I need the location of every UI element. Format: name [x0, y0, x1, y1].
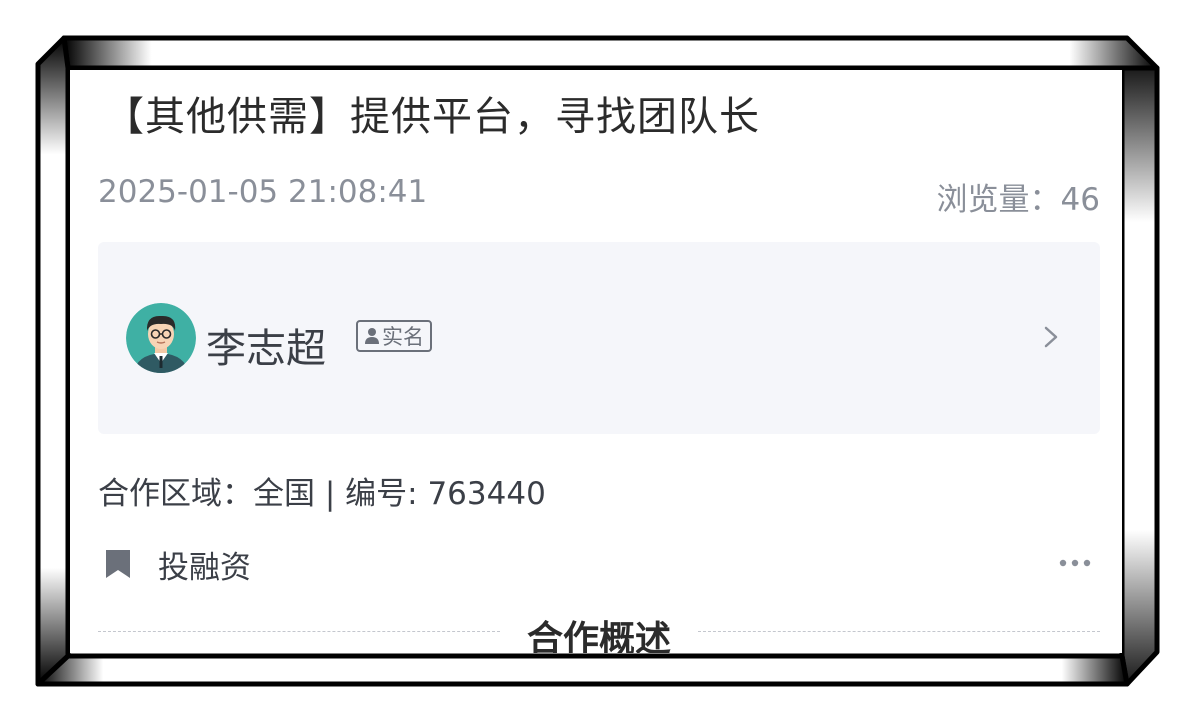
- person-icon: [365, 328, 379, 344]
- post-date: 2025-01-05 21:08:41: [98, 174, 428, 210]
- avatar[interactable]: [126, 303, 196, 373]
- cooperation-info: 合作区域：全国 | 编号: 763440: [98, 476, 546, 512]
- post-detail-panel: 【其他供需】提供平台，寻找团队长 2025-01-05 21:08:41 浏览量…: [70, 70, 1122, 653]
- author-card[interactable]: 李志超 实名: [98, 242, 1100, 434]
- section-title: 合作概述: [526, 619, 671, 653]
- more-dots-icon[interactable]: [1058, 558, 1092, 568]
- avatar-cartoon-icon: [126, 303, 196, 373]
- category-tag: 投融资: [104, 542, 251, 586]
- bookmark-icon: [106, 550, 130, 578]
- screenshot-stage: 【其他供需】提供平台，寻找团队长 2025-01-05 21:08:41 浏览量…: [0, 0, 1191, 724]
- category-label: 投融资: [158, 549, 251, 586]
- verified-badge: 实名: [356, 320, 432, 352]
- post-title: 【其他供需】提供平台，寻找团队长: [104, 94, 760, 140]
- chevron-right-icon[interactable]: [1040, 322, 1062, 352]
- verified-badge-label: 实名: [382, 325, 424, 349]
- view-count: 浏览量：46: [936, 182, 1100, 218]
- author-name: 李志超: [206, 326, 326, 372]
- section-header: 合作概述: [98, 610, 1100, 653]
